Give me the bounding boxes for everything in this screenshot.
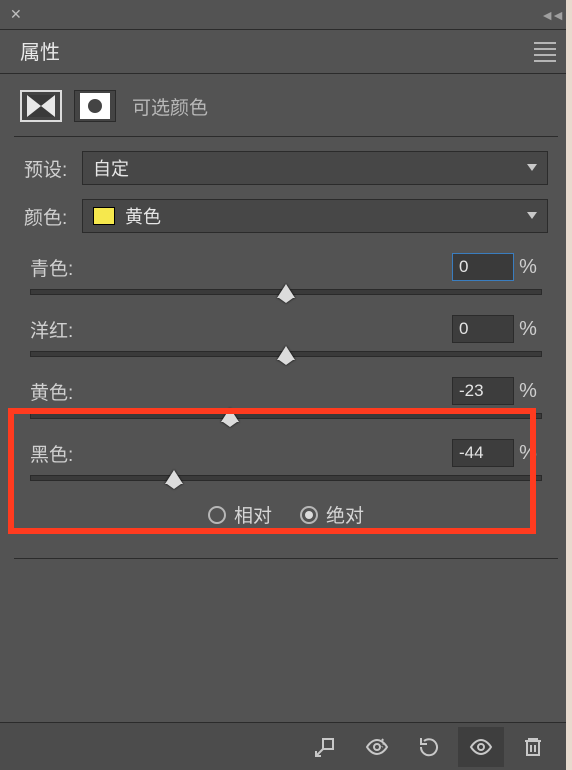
radio-label: 绝对 bbox=[326, 501, 364, 528]
percent-label: % bbox=[514, 442, 542, 465]
view-previous-icon[interactable] bbox=[354, 727, 400, 767]
slider-track[interactable] bbox=[30, 475, 542, 481]
slider-label: 洋红: bbox=[30, 316, 452, 343]
panel-tabbar: 属性 bbox=[0, 30, 572, 74]
tab-label: 属性 bbox=[20, 36, 60, 65]
radio-label: 相对 bbox=[234, 501, 272, 528]
radio-icon bbox=[208, 506, 226, 524]
window-edge bbox=[566, 0, 572, 770]
adjustment-title: 可选颜色 bbox=[132, 93, 208, 120]
tab-properties[interactable]: 属性 bbox=[14, 30, 78, 73]
color-value: 黄色 bbox=[125, 203, 161, 229]
close-icon[interactable]: ✕ bbox=[10, 6, 22, 23]
selective-color-icon[interactable] bbox=[20, 90, 62, 122]
slider-thumb[interactable] bbox=[165, 470, 183, 484]
color-label: 颜色: bbox=[24, 203, 70, 230]
method-absolute-radio[interactable]: 绝对 bbox=[300, 501, 364, 528]
slider-row: 黑色:% bbox=[30, 439, 542, 481]
percent-label: % bbox=[514, 318, 542, 341]
slider-label: 黑色: bbox=[30, 440, 452, 467]
reset-icon[interactable] bbox=[406, 727, 452, 767]
slider-thumb[interactable] bbox=[277, 346, 295, 360]
trash-icon[interactable] bbox=[510, 727, 556, 767]
percent-label: % bbox=[514, 256, 542, 279]
panel-footer bbox=[0, 722, 566, 770]
preset-value: 自定 bbox=[93, 155, 129, 181]
slider-row: 洋红:% bbox=[30, 315, 542, 357]
color-swatch bbox=[93, 207, 115, 225]
preset-label: 预设: bbox=[24, 155, 70, 182]
color-dropdown[interactable]: 黄色 bbox=[82, 199, 548, 233]
method-relative-radio[interactable]: 相对 bbox=[208, 501, 272, 528]
slider-thumb[interactable] bbox=[221, 408, 239, 422]
slider-label: 黄色: bbox=[30, 378, 452, 405]
panel-titlebar: ✕ ◄◄ bbox=[0, 0, 572, 30]
radio-icon bbox=[300, 506, 318, 524]
adjustment-header: 可选颜色 bbox=[14, 84, 558, 136]
slider-track[interactable] bbox=[30, 351, 542, 357]
chevron-down-icon bbox=[527, 212, 537, 219]
slider-track[interactable] bbox=[30, 413, 542, 419]
slider-thumb[interactable] bbox=[277, 284, 295, 298]
preset-dropdown[interactable]: 自定 bbox=[82, 151, 548, 185]
slider-value-input[interactable] bbox=[452, 315, 514, 343]
slider-row: 青色:% bbox=[30, 253, 542, 295]
slider-row: 黄色:% bbox=[30, 377, 542, 419]
chevron-down-icon bbox=[527, 164, 537, 171]
slider-value-input[interactable] bbox=[452, 377, 514, 405]
slider-track[interactable] bbox=[30, 289, 542, 295]
collapse-icon[interactable]: ◄◄ bbox=[540, 7, 562, 23]
clip-to-layer-icon[interactable] bbox=[302, 727, 348, 767]
panel-menu-icon[interactable] bbox=[534, 42, 556, 62]
slider-label: 青色: bbox=[30, 254, 452, 281]
slider-value-input[interactable] bbox=[452, 439, 514, 467]
percent-label: % bbox=[514, 380, 542, 403]
slider-value-input[interactable] bbox=[452, 253, 514, 281]
layer-mask-icon[interactable] bbox=[74, 90, 116, 122]
visibility-eye-icon[interactable] bbox=[458, 727, 504, 767]
